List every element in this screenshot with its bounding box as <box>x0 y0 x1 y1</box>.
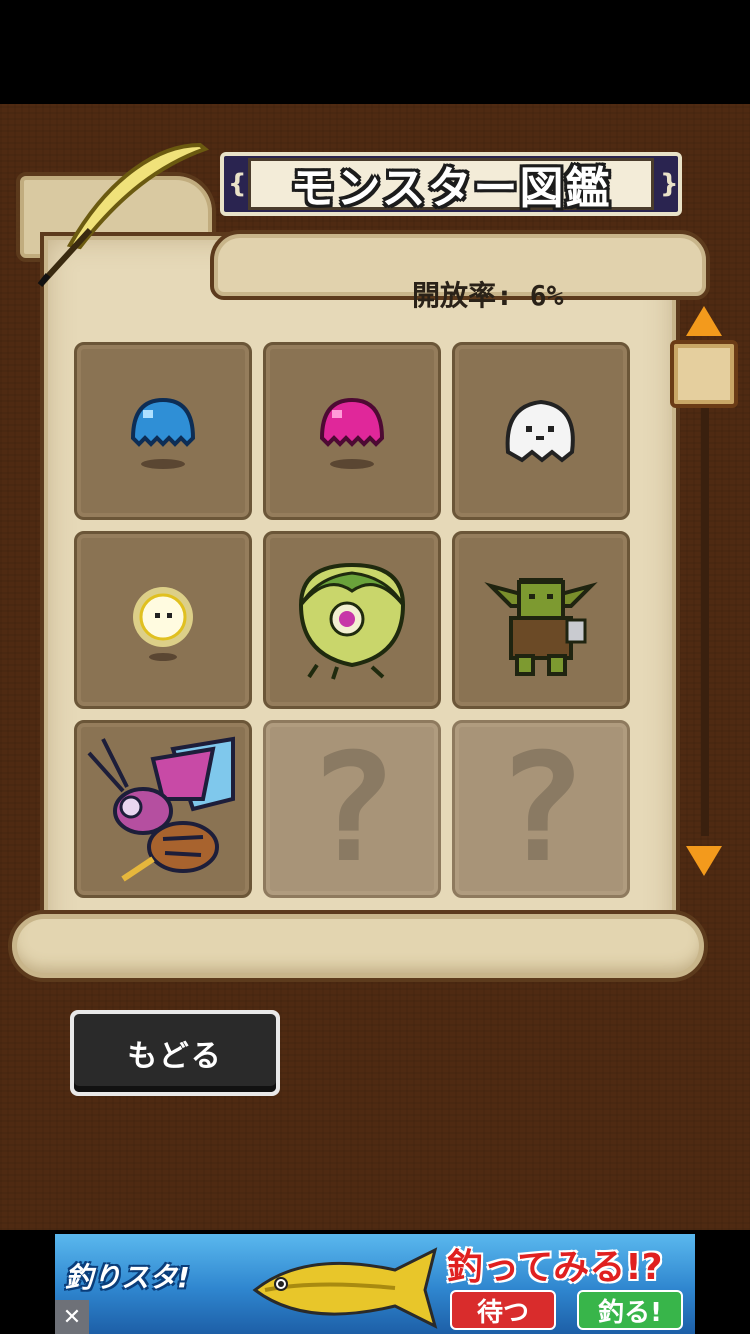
back-button-face: もどる <box>74 1014 276 1092</box>
unknown-question-icon: ? <box>306 722 398 896</box>
scroll-thumb[interactable] <box>670 340 738 408</box>
ad-logo: 釣りスタ! <box>65 1261 190 1294</box>
monster-cell-glowing-wisp[interactable] <box>74 531 252 709</box>
giant-wasp-icon <box>87 736 235 882</box>
status-bar <box>0 0 750 104</box>
scroll-down-arrow-icon[interactable] <box>686 846 722 876</box>
monster-cell-white-ghost[interactable] <box>452 342 630 520</box>
monster-cell-unknown-1[interactable]: ? <box>263 720 441 898</box>
ad-close-icon[interactable]: ✕ <box>55 1300 89 1334</box>
green-goblin-icon <box>484 578 598 676</box>
back-button[interactable]: もどる <box>70 1010 280 1096</box>
monster-cell-pink-slime[interactable] <box>263 342 441 520</box>
title-plate: モンスター図鑑 <box>248 158 654 214</box>
monster-cell-unknown-2[interactable]: ? <box>452 720 630 898</box>
blue-slime-icon <box>130 397 196 469</box>
scrollbar[interactable] <box>668 306 742 880</box>
back-button-label: もどる <box>127 1039 223 1074</box>
monster-grid: ? ? <box>74 342 630 898</box>
scroll-bottom-roll <box>8 910 708 982</box>
title-cap-right: } <box>660 169 679 199</box>
glowing-wisp-icon <box>133 587 193 661</box>
quill-icon <box>37 142 210 288</box>
monster-cell-blue-slime[interactable] <box>74 342 252 520</box>
ad-wait-button[interactable]: 待つ <box>450 1290 556 1330</box>
unlock-rate-label: 開放率: 6% <box>412 279 564 312</box>
monster-cell-giant-wasp[interactable] <box>74 720 252 898</box>
white-ghost-icon <box>505 399 575 463</box>
monster-cell-green-goblin[interactable] <box>452 531 630 709</box>
pink-slime-icon <box>319 397 385 469</box>
title-banner: { モンスター図鑑 } <box>220 152 682 216</box>
ad-fish-button[interactable]: 釣る! <box>577 1290 683 1330</box>
scroll-up-arrow-icon[interactable] <box>686 306 722 336</box>
cabbage-eye-monster-icon <box>298 562 406 680</box>
ad-headline: 釣ってみる!? <box>447 1247 663 1288</box>
unknown-question-icon: ? <box>495 722 587 896</box>
tuna-fish-icon <box>252 1247 438 1329</box>
monster-cell-cabbage-eye-monster[interactable] <box>263 531 441 709</box>
scroll-track[interactable] <box>701 396 709 836</box>
page-title: モンスター図鑑 <box>290 163 612 214</box>
title-cap-left: { <box>228 169 247 199</box>
ad-banner[interactable]: 釣りスタ! 釣ってみる!? 待つ 釣る! <box>55 1234 695 1334</box>
